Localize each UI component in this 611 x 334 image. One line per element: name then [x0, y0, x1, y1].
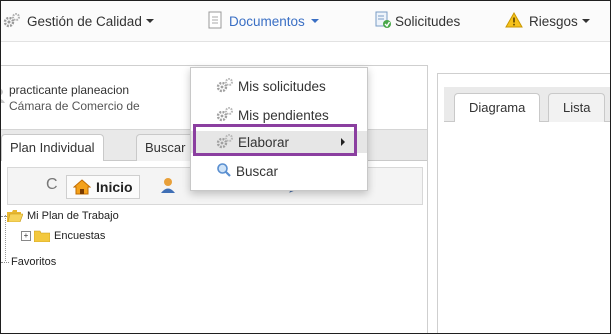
tree-item-label: Mi Plan de Trabajo	[27, 210, 119, 222]
folder-icon	[34, 230, 50, 242]
menu-item-mis-pendientes[interactable]: Mis pendientes	[191, 104, 367, 126]
tree-item-label: Encuestas	[54, 230, 106, 242]
highlight-box	[193, 124, 357, 156]
nav-documentos[interactable]: Documentos	[207, 11, 319, 31]
caret-down-icon	[310, 19, 319, 23]
gear-icon	[216, 106, 234, 125]
tree-item-label: Favoritos	[11, 256, 57, 268]
user-name: practicante planeacion	[9, 83, 130, 97]
caret-down-icon	[581, 19, 590, 23]
tab-plan-individual[interactable]: Plan Individual	[1, 134, 104, 161]
home-icon	[73, 179, 91, 195]
menu-item-label: Mis pendientes	[238, 107, 329, 123]
nav-label: Solicitudes	[395, 13, 461, 29]
caret-down-icon	[145, 19, 154, 23]
tree-item-encuestas[interactable]: + Encuestas	[21, 227, 105, 245]
tree-item-mi-plan[interactable]: Mi Plan de Trabajo	[1, 207, 119, 225]
menu-item-buscar[interactable]: Buscar	[191, 160, 367, 182]
document-icon	[207, 11, 223, 32]
nav-gestion-calidad[interactable]: Gestión de Calidad	[3, 11, 154, 31]
request-icon	[374, 11, 392, 32]
nav-label: Documentos	[229, 13, 305, 29]
menu-item-label: Mis solicitudes	[238, 78, 326, 94]
nav-label: Riesgos	[529, 13, 578, 29]
gears-icon	[3, 12, 21, 31]
nav-label: Gestión de Calidad	[27, 13, 142, 29]
top-navigation: Gestión de Calidad Documentos Solicitude…	[1, 1, 610, 42]
home-label: Inicio	[96, 179, 133, 195]
tab-buscar[interactable]: Buscar	[136, 134, 195, 161]
expand-icon[interactable]: +	[21, 231, 31, 241]
user-organization: Cámara de Comercio de	[9, 99, 140, 113]
menu-item-mis-solicitudes[interactable]: Mis solicitudes	[191, 75, 367, 97]
nav-solicitudes[interactable]: Solicitudes	[374, 11, 460, 31]
right-tabs: Diagrama Lista	[444, 87, 610, 122]
nav-riesgos[interactable]: Riesgos	[505, 11, 590, 31]
warning-icon	[505, 11, 523, 31]
home-button[interactable]: Inicio	[66, 175, 140, 199]
app-window: Gestión de Calidad Documentos Solicitude…	[0, 0, 611, 334]
tree-item-favoritos[interactable]: Favoritos	[1, 253, 56, 271]
tab-diagrama[interactable]: Diagrama	[454, 93, 541, 122]
open-folder-icon	[7, 210, 23, 222]
user-icon	[1, 89, 5, 103]
menu-item-label: Buscar	[236, 163, 279, 179]
refresh-icon[interactable]: C	[46, 176, 58, 194]
gear-icon	[216, 77, 234, 96]
user-button-icon[interactable]	[158, 175, 180, 197]
tab-lista[interactable]: Lista	[548, 93, 606, 122]
search-icon	[216, 162, 232, 181]
